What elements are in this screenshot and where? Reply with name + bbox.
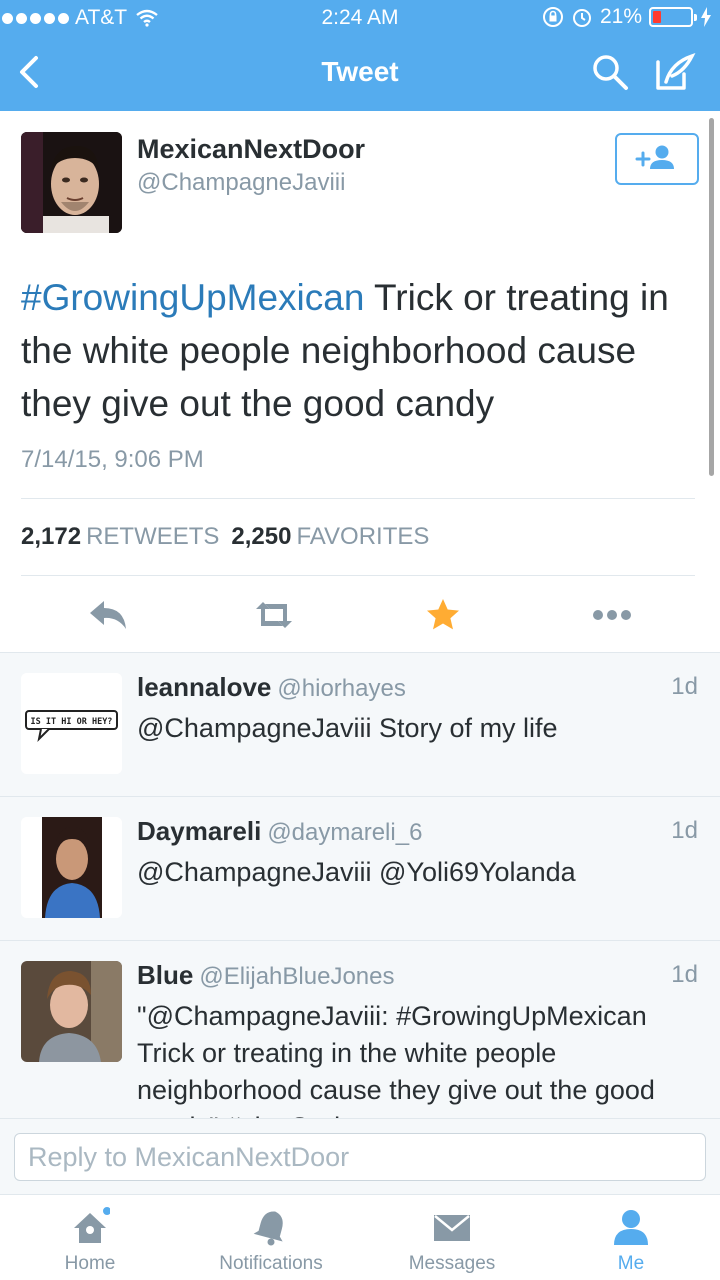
header: AT&T 2:24 AM 21% Tweet [0,0,720,111]
replies-list: IS IT HI OR HEY? leannalove @hiorhayes 1d… [0,652,720,1118]
person-icon [614,1210,648,1245]
reply-text: @ChampagneJaviii Story of my life [137,713,558,743]
envelope-icon [434,1215,470,1241]
reply-author[interactable]: Daymareli @daymareli_6 [137,816,422,847]
reply-time: 1d [671,961,698,988]
tweet-stats: 2,172 RETWEETS 2,250 FAVORITES [21,523,441,551]
reply-handle[interactable]: @hiorhayes [277,675,405,702]
author-handle[interactable]: @ChampagneJaviii [137,169,345,197]
favorite-count[interactable]: 2,250 [231,523,291,550]
reply-icon[interactable] [86,597,130,633]
status-right: 21% [542,5,712,29]
reply-item[interactable]: Daymareli @daymareli_6 1d @ChampagneJavii… [0,797,720,941]
reply-avatar[interactable]: IS IT HI OR HEY? [21,673,122,774]
reply-input[interactable] [14,1133,706,1181]
compose-icon[interactable] [652,50,696,94]
tab-label: Me [617,1253,645,1274]
author-avatar[interactable] [21,132,122,233]
svg-text:IS IT HI OR HEY?: IS IT HI OR HEY? [31,717,113,727]
reply-avatar[interactable] [21,817,122,918]
charging-bolt-icon [701,7,711,27]
battery-icon [649,7,697,27]
bell-icon [253,1211,283,1246]
reply-item[interactable]: IS IT HI OR HEY? leannalove @hiorhayes 1d… [0,653,720,797]
divider [21,575,695,576]
battery-fill [653,11,661,23]
battery-percent: 21% [599,5,642,28]
reply-text: @ChampagneJaviii @Yoli69Yolanda [137,857,576,887]
tab-me[interactable]: Me [556,1195,706,1280]
status-bar: AT&T 2:24 AM 21% [0,0,720,38]
favorite-label[interactable]: FAVORITES [296,523,429,550]
tab-label: Notifications [219,1253,323,1274]
favorite-star-icon[interactable] [421,597,465,633]
hashtag-link[interactable]: #GrowingUpMexican [21,277,364,318]
search-icon[interactable] [590,52,630,92]
nav-bar: Tweet [0,38,720,111]
tab-notifications[interactable]: Notifications [196,1195,346,1280]
reply-time: 1d [671,673,698,700]
reply-time: 1d [671,817,698,844]
alarm-icon [572,9,591,27]
tweet-text: #GrowingUpMexican Trick or treating in t… [21,271,711,430]
more-icon[interactable] [590,597,634,633]
orientation-lock-icon [542,7,563,27]
reply-bar [0,1118,720,1194]
divider [21,498,695,499]
tab-label: Messages [408,1253,496,1274]
reply-text: "@ChampagneJaviii: #GrowingUpMexican Tri… [137,1001,655,1118]
tweet-timestamp: 7/14/15, 9:06 PM [21,446,204,473]
home-icon [74,1207,110,1243]
retweet-label[interactable]: RETWEETS [86,523,219,550]
tab-bar: Home Notifications Messages Me [0,1194,720,1280]
reply-author[interactable]: Blue @ElijahBlueJones [137,960,394,991]
follow-button[interactable] [615,133,699,185]
author-name[interactable]: MexicanNextDoor [137,134,365,165]
reply-handle[interactable]: @ElijahBlueJones [199,963,394,990]
scrollbar[interactable] [709,118,714,476]
tweet-detail: MexicanNextDoor @ChampagneJaviii #Growin… [0,111,720,652]
reply-author[interactable]: leannalove @hiorhayes [137,672,406,703]
reply-handle[interactable]: @daymareli_6 [267,819,422,846]
tab-home[interactable]: Home [15,1195,165,1280]
retweet-count[interactable]: 2,172 [21,523,81,550]
reply-avatar[interactable] [21,961,122,1062]
add-user-icon [635,145,674,169]
reply-item[interactable]: Blue @ElijahBlueJones 1d "@ChampagneJavii… [0,941,720,1118]
retweet-icon[interactable] [252,597,296,633]
tab-messages[interactable]: Messages [377,1195,527,1280]
tab-label: Home [64,1253,116,1274]
